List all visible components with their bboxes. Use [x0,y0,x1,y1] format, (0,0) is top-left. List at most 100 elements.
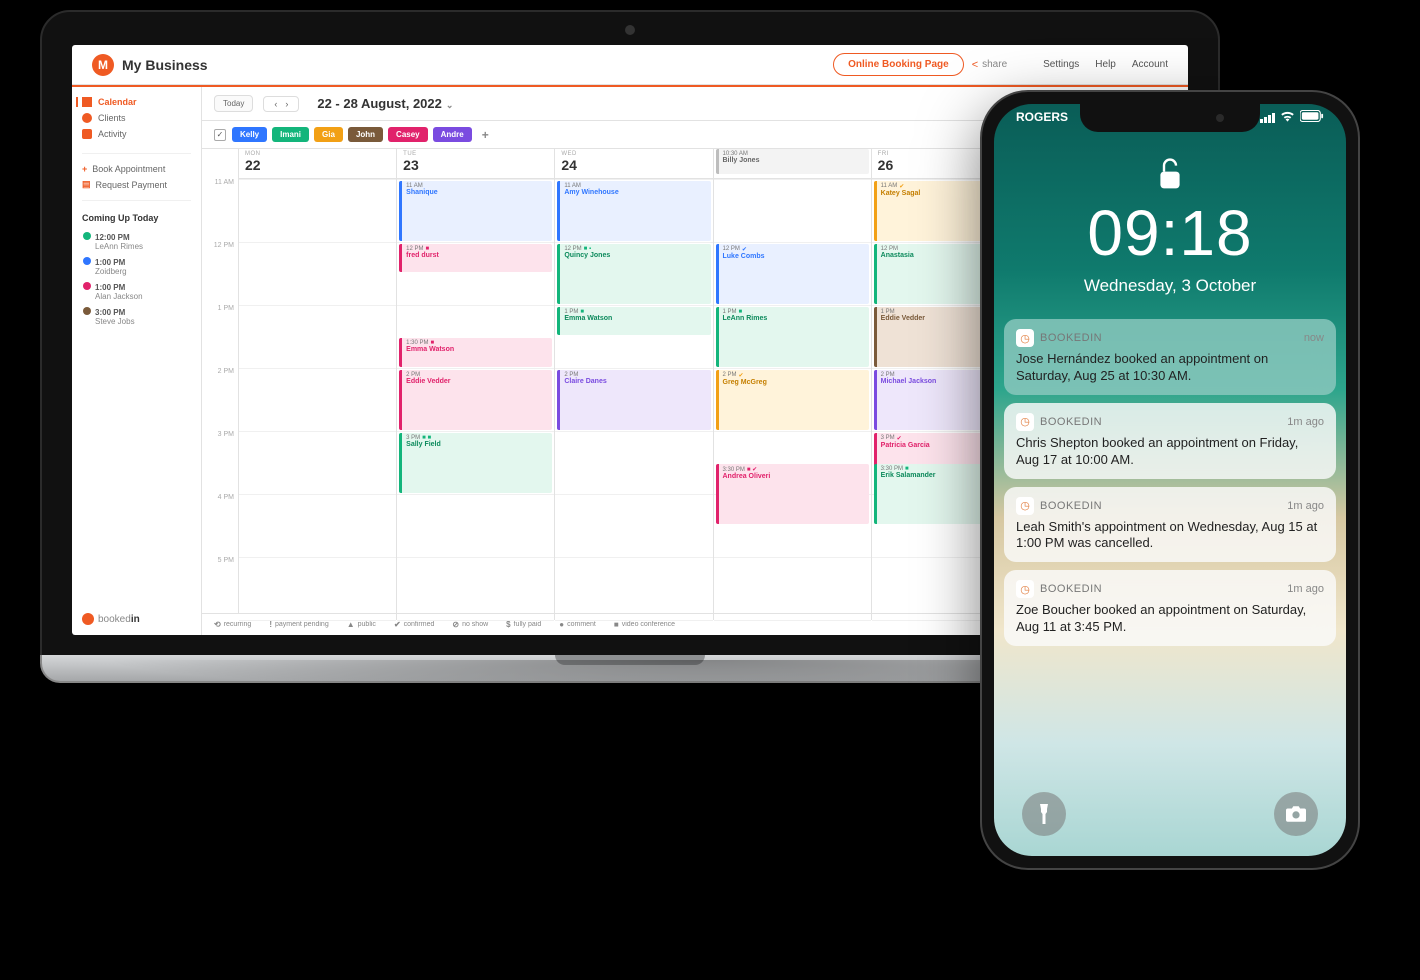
notif-app-name: BOOKEDIN [1040,332,1102,344]
business-name: My Business [122,57,208,73]
upcoming-item[interactable]: 1:00 PMZoidberg [82,254,191,279]
day-slots[interactable]: 10:30 AM Billy Jones12 PM ✔Luke Combs1 P… [714,179,871,620]
notif-body: Chris Shepton booked an appointment on F… [1016,435,1324,469]
plus-icon: + [82,164,87,174]
hour-label: 2 PM [202,368,238,431]
calendar-event[interactable]: 2 PM Eddie Vedder [399,370,552,430]
staff-chip[interactable]: Andre [433,127,472,142]
upcoming-name: Alan Jackson [95,292,190,301]
day-column[interactable]: TUE2311 AM Shanique 12 PM ■fred durst 1:30… [397,149,555,620]
legend-item: ⟲ recurring [214,620,251,629]
app-logo-icon: M [92,54,114,76]
lockscreen-date: Wednesday, 3 October [994,276,1346,296]
staff-chip[interactable]: John [348,127,383,142]
nav-clients[interactable]: Clients [82,113,191,123]
calendar-event[interactable]: 3 PM ■ ■Sally Field [399,433,552,493]
day-column[interactable]: MON22 [239,149,397,620]
day-slots[interactable]: 11 AM Amy Winehouse12 PM ■ ▪Quincy Jones… [555,179,712,620]
share-button[interactable]: < share [972,59,1007,71]
day-column[interactable]: WED2411 AM Amy Winehouse12 PM ■ ▪Quincy … [555,149,713,620]
calendar-event[interactable]: 1 PM ■LeAnn Rimes [716,307,869,367]
add-staff-button[interactable]: + [478,128,493,142]
coming-up-title: Coming Up Today [82,213,191,223]
notif-app-icon: ◷ [1016,497,1034,515]
nav-activity[interactable]: Activity [82,129,191,139]
day-header: TUE23 [397,149,554,179]
prev-week-button[interactable]: ‹ [270,99,281,109]
calendar-event[interactable]: 2 PM ✔Greg McGreg [716,370,869,430]
calendar-event[interactable]: 12 PM ✔Luke Combs [716,244,869,304]
color-dot [83,232,91,240]
flashlight-button[interactable] [1022,792,1066,836]
link-settings[interactable]: Settings [1043,59,1079,70]
notification[interactable]: ◷ BOOKEDIN 1m ago Leah Smith's appointment … [1004,487,1336,563]
legend-item: ● comment [559,620,596,629]
upcoming-time: 12:00 PM [95,233,130,242]
phone-device: ROGERS 09:18 Wednesday, 3 October ◷BOOKE… [980,90,1360,870]
online-booking-button[interactable]: Online Booking Page [833,53,964,76]
share-icon: < [972,59,978,71]
action-payment[interactable]: ▤Request Payment [82,179,191,190]
action-book[interactable]: +Book Appointment [82,164,191,174]
calendar-event[interactable]: 10:30 AM Billy Jones [716,149,869,174]
calendar-event[interactable]: 2 PM Claire Danes [557,370,710,430]
calendar-event[interactable]: 1:30 PM ■Emma Watson [399,338,552,367]
day-slots[interactable] [239,179,396,620]
phone-notch [1080,104,1260,132]
next-week-button[interactable]: › [281,99,292,109]
upcoming-item[interactable]: 3:00 PMSteve Jobs [82,304,191,329]
notifications-list: ◷BOOKEDINnowJose Hernández booked an app… [1004,319,1336,646]
legend-item: ⊘ no show [452,620,488,629]
calendar-event[interactable]: 11 AM Amy Winehouse [557,181,710,241]
notification[interactable]: ◷BOOKEDIN1m agoChris Shepton booked an a… [1004,403,1336,479]
lockscreen-footer [994,792,1346,836]
calendar-event[interactable]: 12 PM ■fred durst [399,244,552,273]
notif-time: 1m ago [1287,500,1324,512]
upcoming-name: Zoidberg [95,267,190,276]
hour-label: 5 PM [202,557,238,620]
upcoming-name: LeAnn Rimes [95,242,190,251]
bookedin-icon [82,613,94,625]
staff-all-checkbox[interactable]: ✓ [214,129,226,141]
notif-app-name: BOOKEDIN [1040,500,1102,512]
color-dot [83,307,91,315]
notification[interactable]: ◷BOOKEDINnowJose Hernández booked an app… [1004,319,1336,395]
day-column[interactable]: THU2510:30 AM Billy Jones12 PM ✔Luke Com… [714,149,872,620]
day-slots[interactable]: 11 AM Shanique 12 PM ■fred durst 1:30 PM ■… [397,179,554,620]
staff-chip[interactable]: Gia [314,127,343,142]
link-account[interactable]: Account [1132,59,1168,70]
staff-chip[interactable]: Imani [272,127,309,142]
day-header: MON22 [239,149,396,179]
staff-chip[interactable]: Casey [388,127,428,142]
legend-item: ✔ confirmed [394,620,434,629]
today-button[interactable]: Today [214,95,253,112]
hour-label: 3 PM [202,431,238,494]
calendar-event[interactable]: 11 AM Shanique [399,181,552,241]
camera-button[interactable] [1274,792,1318,836]
calendar-event[interactable]: 3:30 PM ■ ✔Andrea Oliveri [716,464,869,524]
carrier-label: ROGERS [1016,110,1068,125]
time-column: 11 AM12 PM1 PM2 PM3 PM4 PM5 PM [202,149,238,613]
notif-body: Jose Hernández booked an appointment on … [1016,351,1324,385]
upcoming-item[interactable]: 1:00 PMAlan Jackson [82,279,191,304]
calendar-event[interactable]: 12 PM ■ ▪Quincy Jones [557,244,710,304]
calendar-event[interactable]: 1 PM ■Emma Watson [557,307,710,336]
upcoming-item[interactable]: 12:00 PMLeAnn Rimes [82,229,191,254]
payment-icon: ▤ [82,179,91,190]
notif-time: 1m ago [1287,416,1324,428]
upcoming-time: 1:00 PM [95,258,125,267]
nav-calendar[interactable]: Calendar [76,97,191,107]
legend-item: ▲ public [347,620,376,629]
link-help[interactable]: Help [1095,59,1116,70]
date-range[interactable]: 22 - 28 August, 2022⌄ [317,96,453,111]
footer-logo: bookedin [82,603,191,625]
hour-label: 12 PM [202,242,238,305]
status-icons [1260,110,1324,125]
sidebar-nav: Calendar Clients Activity [82,97,191,139]
staff-chip[interactable]: Kelly [232,127,267,142]
notif-body: Leah Smith's appointment on Wednesday, A… [1016,519,1324,553]
app-header: M My Business Online Booking Page < shar… [72,45,1188,85]
color-dot [83,282,91,290]
notification[interactable]: ◷BOOKEDIN1m agoZoe Boucher booked an app… [1004,570,1336,646]
upcoming-time: 1:00 PM [95,283,125,292]
